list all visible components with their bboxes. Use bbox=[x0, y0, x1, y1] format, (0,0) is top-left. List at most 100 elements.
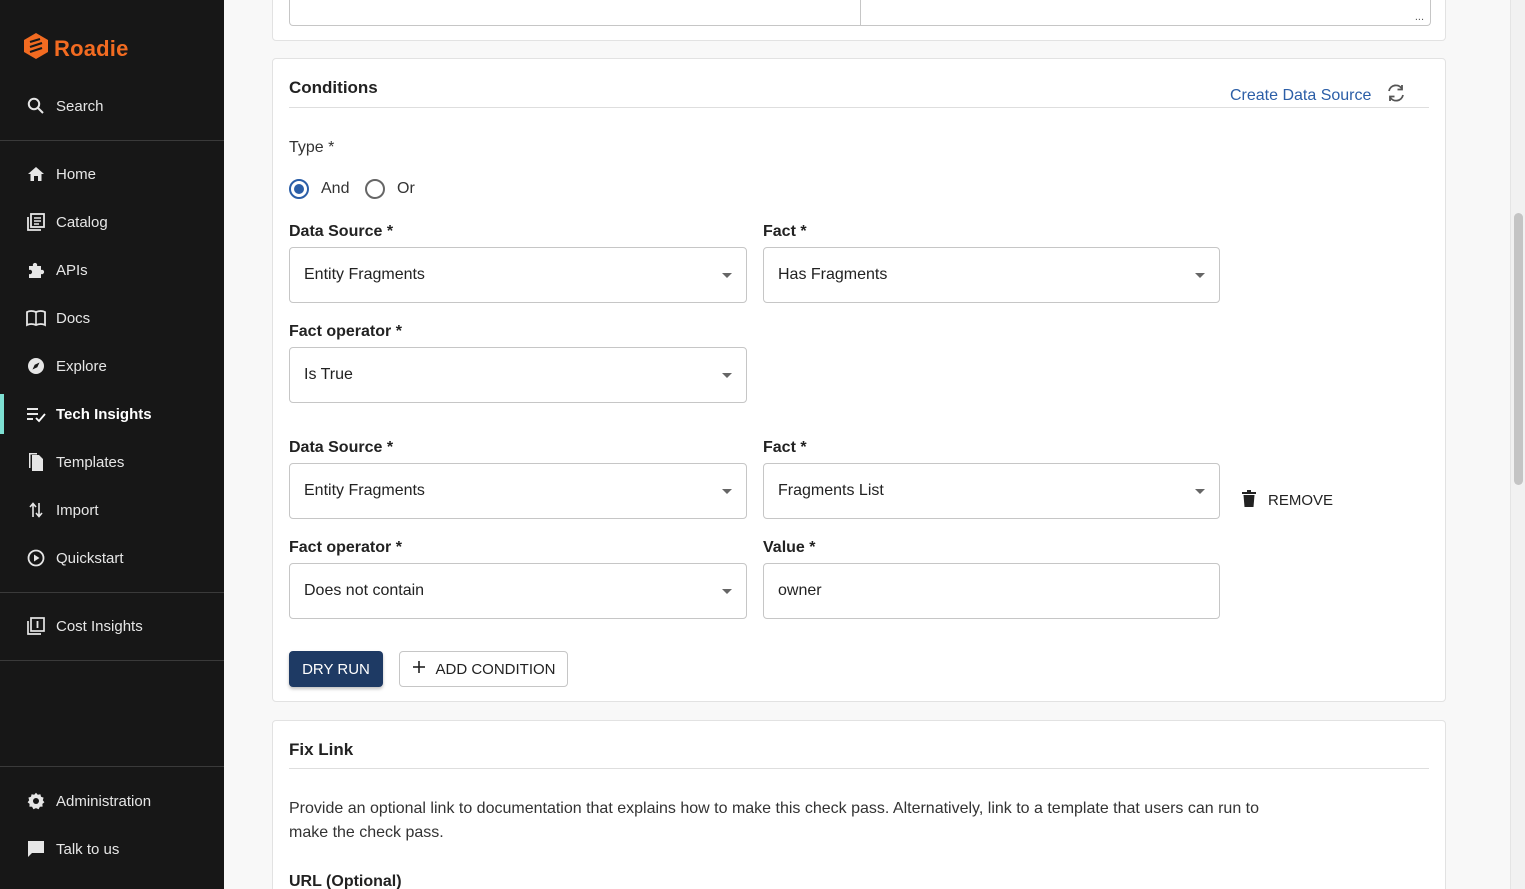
main-content: ... Conditions Create Data Source Type *… bbox=[224, 0, 1510, 889]
sidebar-item-templates[interactable]: Templates bbox=[0, 442, 224, 482]
sidebar-item-catalog[interactable]: Catalog bbox=[0, 202, 224, 242]
radio-label: Or bbox=[397, 180, 415, 197]
sidebar-item-label: Catalog bbox=[56, 213, 108, 231]
chat-icon bbox=[26, 839, 46, 859]
scrollbar-thumb[interactable] bbox=[1514, 213, 1523, 485]
sidebar-divider bbox=[0, 766, 224, 767]
sidebar-item-home[interactable]: Home bbox=[0, 154, 224, 194]
type-radio-and[interactable]: And bbox=[289, 179, 349, 199]
book-icon bbox=[26, 308, 46, 328]
refresh-icon[interactable] bbox=[1385, 83, 1407, 108]
trash-icon bbox=[1242, 490, 1256, 511]
sidebar-item-label: Tech Insights bbox=[56, 405, 152, 423]
sidebar-item-label: Cost Insights bbox=[56, 617, 143, 635]
dropdown-arrow-icon bbox=[722, 273, 732, 278]
fix-link-description: Provide an optional link to documentatio… bbox=[289, 797, 1389, 845]
dropdown-arrow-icon bbox=[722, 589, 732, 594]
roadie-logo[interactable]: Roadie bbox=[23, 32, 129, 65]
fact-operator-select[interactable]: Is True bbox=[289, 347, 747, 403]
dropdown-arrow-icon bbox=[722, 489, 732, 494]
sidebar-search-label: Search bbox=[56, 97, 104, 115]
sidebar-item-label: Home bbox=[56, 165, 97, 183]
conditions-title: Conditions bbox=[289, 78, 378, 97]
sidebar-item-administration[interactable]: Administration bbox=[0, 781, 224, 821]
fact-operator-value: Does not contain bbox=[304, 582, 425, 599]
fact-select[interactable]: Has Fragments bbox=[763, 247, 1220, 303]
radio-circle-checked bbox=[289, 179, 309, 199]
home-icon bbox=[26, 164, 46, 184]
field-divider bbox=[860, 0, 861, 25]
create-data-source-button[interactable]: Create Data Source bbox=[1230, 83, 1407, 108]
fact-select[interactable]: Fragments List bbox=[763, 463, 1220, 519]
fact-operator-select[interactable]: Does not contain bbox=[289, 563, 747, 619]
data-source-value: Entity Fragments bbox=[304, 482, 425, 499]
data-source-value: Entity Fragments bbox=[304, 266, 425, 283]
url-label: URL (Optional) bbox=[289, 873, 402, 889]
create-data-source-label: Create Data Source bbox=[1230, 86, 1372, 104]
sidebar-item-label: Import bbox=[56, 501, 99, 519]
add-condition-label: ADD CONDITION bbox=[435, 660, 556, 678]
sidebar-item-tech-insights[interactable]: Tech Insights bbox=[0, 394, 224, 434]
fact-label: Fact * bbox=[763, 223, 807, 240]
sidebar-item-talk-to-us[interactable]: Talk to us bbox=[0, 829, 224, 869]
data-source-label: Data Source * bbox=[289, 223, 394, 240]
templates-icon bbox=[26, 452, 46, 472]
sidebar-divider bbox=[0, 660, 224, 661]
dropdown-arrow-icon bbox=[1195, 489, 1205, 494]
fact-label: Fact * bbox=[763, 439, 807, 456]
previous-section-card: ... bbox=[272, 0, 1446, 41]
fix-link-description-line: make the check pass. bbox=[289, 824, 444, 841]
fact-value: Fragments List bbox=[778, 482, 884, 499]
sidebar-item-label: Quickstart bbox=[56, 549, 124, 567]
remove-condition-button[interactable]: REMOVE bbox=[1242, 490, 1333, 511]
radio-label: And bbox=[321, 180, 350, 197]
type-label: Type * bbox=[289, 139, 335, 156]
sidebar-item-import[interactable]: Import bbox=[0, 490, 224, 530]
sidebar-item-explore[interactable]: Explore bbox=[0, 346, 224, 386]
sidebar-item-cost-insights[interactable]: Cost Insights bbox=[0, 606, 224, 646]
roadie-logo-icon bbox=[23, 32, 49, 65]
sidebar: Roadie Search Home Catalog APIs Docs Exp… bbox=[0, 0, 224, 889]
puzzle-icon bbox=[26, 260, 46, 280]
value-label: Value * bbox=[763, 539, 816, 556]
remove-label: REMOVE bbox=[1268, 492, 1334, 509]
fact-operator-value: Is True bbox=[304, 366, 353, 383]
sidebar-item-apis[interactable]: APIs bbox=[0, 250, 224, 290]
value-input[interactable]: owner bbox=[763, 563, 1220, 619]
value-input-text: owner bbox=[778, 582, 822, 599]
sidebar-item-label: Docs bbox=[56, 309, 91, 327]
text-area-field[interactable]: ... bbox=[289, 0, 1431, 26]
fact-operator-label: Fact operator * bbox=[289, 539, 402, 556]
dropdown-arrow-icon bbox=[1195, 273, 1205, 278]
dry-run-button[interactable]: DRY RUN bbox=[289, 651, 383, 687]
sidebar-item-docs[interactable]: Docs bbox=[0, 298, 224, 338]
add-condition-button[interactable]: ADD CONDITION bbox=[399, 651, 568, 687]
fix-link-card: Fix Link Provide an optional link to doc… bbox=[272, 720, 1446, 889]
compass-icon bbox=[26, 356, 46, 376]
dropdown-arrow-icon bbox=[722, 373, 732, 378]
roadie-logo-text: Roadie bbox=[54, 35, 129, 61]
gear-icon bbox=[26, 791, 46, 811]
import-icon bbox=[26, 500, 46, 520]
resize-handle-icon[interactable]: ... bbox=[1415, 11, 1424, 23]
fact-value: Has Fragments bbox=[778, 266, 888, 283]
sidebar-item-label: Templates bbox=[56, 453, 125, 471]
plus-icon bbox=[412, 660, 426, 678]
fact-operator-label: Fact operator * bbox=[289, 323, 402, 340]
sidebar-search[interactable]: Search bbox=[0, 86, 224, 126]
fix-link-title: Fix Link bbox=[289, 740, 354, 759]
data-source-label: Data Source * bbox=[289, 439, 394, 456]
page-scrollbar[interactable] bbox=[1510, 0, 1525, 889]
sidebar-item-quickstart[interactable]: Quickstart bbox=[0, 538, 224, 578]
conditions-card: Conditions Create Data Source Type * And… bbox=[272, 58, 1446, 702]
data-source-select[interactable]: Entity Fragments bbox=[289, 247, 747, 303]
sidebar-item-label: APIs bbox=[56, 261, 88, 279]
data-source-select[interactable]: Entity Fragments bbox=[289, 463, 747, 519]
fix-link-rule bbox=[289, 768, 1429, 769]
search-icon bbox=[26, 96, 46, 116]
cost-icon bbox=[26, 616, 46, 636]
type-radio-or[interactable]: Or bbox=[365, 179, 415, 199]
play-icon bbox=[26, 548, 46, 568]
sidebar-item-label: Talk to us bbox=[56, 840, 120, 858]
sidebar-item-label: Explore bbox=[56, 357, 107, 375]
